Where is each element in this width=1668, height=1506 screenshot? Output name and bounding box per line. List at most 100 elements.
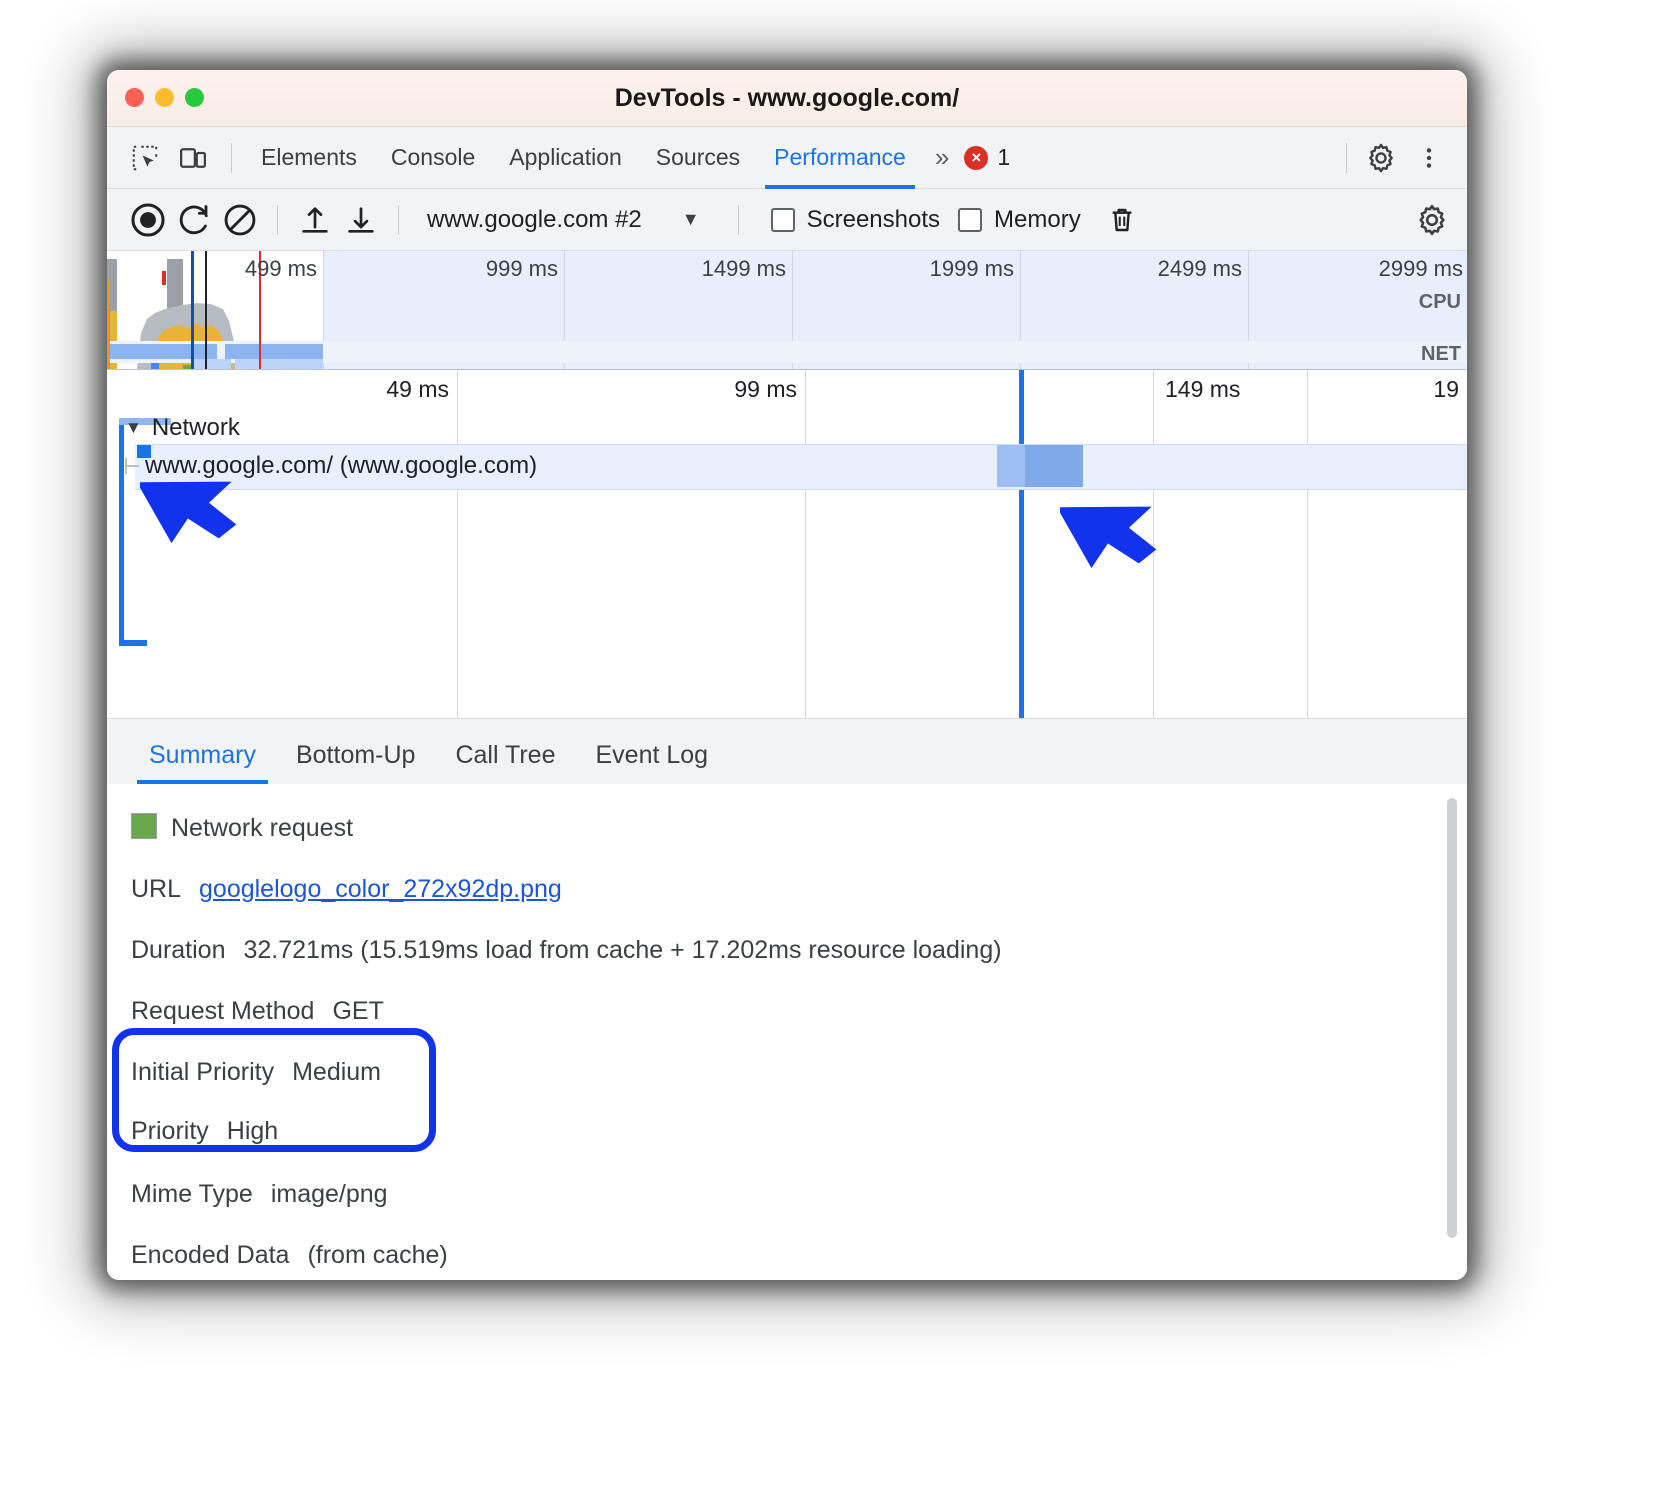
summary-key-initial-priority: Initial Priority xyxy=(131,1058,275,1086)
delete-icon[interactable] xyxy=(1099,197,1145,243)
flame-tick: 149 ms xyxy=(1165,376,1241,402)
timeline-playhead[interactable] xyxy=(1019,370,1024,718)
orange-marker xyxy=(107,279,110,369)
flame-gridline xyxy=(457,370,458,718)
tab-summary-label: Summary xyxy=(149,741,256,769)
overview-tick: 499 ms xyxy=(244,256,317,281)
flame-tick: 49 ms xyxy=(386,376,449,402)
flame-tick: 99 ms xyxy=(734,376,797,402)
main-request-bar-hatch xyxy=(1025,445,1083,487)
upload-profile-icon[interactable] xyxy=(292,197,338,243)
overview-tick: 2499 ms xyxy=(1157,256,1242,281)
main-request-label: www.google.com/ (www.google.com) xyxy=(145,452,538,479)
network-group-header[interactable]: ▼ Network xyxy=(125,414,240,442)
group-bracket-cap xyxy=(119,640,147,646)
memory-checkbox-group[interactable]: Memory xyxy=(958,206,1081,234)
flame-chart-pane[interactable]: 49 ms 99 ms 149 ms 19 ▼ Network www.goog… xyxy=(107,370,1467,718)
toolbar-divider-2 xyxy=(1346,142,1347,173)
tab-sources[interactable]: Sources xyxy=(639,127,757,189)
net-request-bar xyxy=(109,344,217,359)
error-badge[interactable]: × 1 xyxy=(958,144,1010,171)
flame-gridline xyxy=(805,370,806,718)
tab-call-tree[interactable]: Call Tree xyxy=(435,741,575,784)
flame-tick: 19 xyxy=(1433,376,1459,402)
overview-tick: 2999 ms xyxy=(1378,256,1463,281)
cpu-track-label: CPU xyxy=(1418,291,1461,313)
gear-icon[interactable] xyxy=(1359,136,1403,180)
overview-tick: 999 ms xyxy=(485,256,558,281)
devtools-window: DevTools - www.google.com/ Elements Cons… xyxy=(107,70,1467,1280)
summary-key-duration: Duration xyxy=(131,936,226,964)
network-group-label: Network xyxy=(151,414,240,441)
net-request-bar xyxy=(235,359,323,369)
summary-row-request-method: Request Method GET xyxy=(131,997,1437,1026)
toolbar-divider xyxy=(231,142,232,173)
detail-tabs: Summary Bottom-Up Call Tree Event Log xyxy=(107,718,1467,784)
performance-toolbar: www.google.com #2 ▼ Screenshots Memory xyxy=(107,189,1467,251)
flame-gridline xyxy=(1153,370,1154,718)
summary-row-duration: Duration 32.721ms (15.519ms load from ca… xyxy=(131,936,1437,965)
record-icon[interactable] xyxy=(125,197,171,243)
summary-value-mime-type: image/png xyxy=(270,1180,388,1208)
tab-application[interactable]: Application xyxy=(492,127,639,189)
inspect-element-icon[interactable] xyxy=(123,136,167,180)
summary-value-duration: 32.721ms (15.519ms load from cache + 17.… xyxy=(243,936,1002,964)
reload-record-icon[interactable] xyxy=(171,197,217,243)
screenshots-checkbox[interactable] xyxy=(770,207,795,232)
summary-row-priority: Priority High xyxy=(131,1117,1437,1146)
more-tabs-chevron-icon[interactable]: » xyxy=(923,142,958,173)
tab-sources-label: Sources xyxy=(655,144,741,170)
error-count: 1 xyxy=(997,144,1011,170)
summary-key-mime-type: Mime Type xyxy=(131,1180,253,1208)
device-toolbar-icon[interactable] xyxy=(171,136,215,180)
overview-tick: 1499 ms xyxy=(701,256,786,281)
summary-key-encoded-data: Encoded Data xyxy=(131,1241,290,1269)
tab-call-tree-label: Call Tree xyxy=(455,741,556,769)
perf-toolbar-divider-2 xyxy=(398,204,399,235)
timeline-overview[interactable]: 499 ms 999 ms 1499 ms 1999 ms 2499 ms 29… xyxy=(107,251,1467,370)
summary-row-initial-priority: Initial Priority Medium xyxy=(131,1058,1437,1087)
event-type-label: Network request xyxy=(171,814,354,842)
devtools-tabstrip: Elements Console Application Sources Per… xyxy=(107,127,1467,189)
summary-key-url: URL xyxy=(131,875,182,903)
perf-toolbar-divider-1 xyxy=(277,204,278,235)
event-type-row: Network request xyxy=(131,810,1437,843)
download-profile-icon[interactable] xyxy=(338,197,384,243)
group-bracket xyxy=(119,422,124,644)
memory-checkbox[interactable] xyxy=(958,207,983,232)
request-whisker xyxy=(125,465,137,467)
summary-panel: Network request URL googlelogo_color_272… xyxy=(107,784,1467,1280)
summary-value-url[interactable]: googlelogo_color_272x92dp.png xyxy=(199,875,562,904)
summary-key-request-method: Request Method xyxy=(131,997,315,1025)
event-marker xyxy=(205,251,207,369)
kebab-menu-icon[interactable] xyxy=(1407,136,1451,180)
window-title: DevTools - www.google.com/ xyxy=(614,83,960,112)
screenshot-root: DevTools - www.google.com/ Elements Cons… xyxy=(0,0,1668,1506)
tab-performance-label: Performance xyxy=(774,144,906,170)
tab-console[interactable]: Console xyxy=(374,127,492,189)
clear-icon[interactable] xyxy=(217,197,263,243)
overview-tick: 1999 ms xyxy=(929,256,1014,281)
tabstrip-right-tools xyxy=(1334,136,1467,180)
summary-value-request-method: GET xyxy=(332,997,384,1025)
screenshots-checkbox-group[interactable]: Screenshots xyxy=(770,206,940,234)
tab-event-log-label: Event Log xyxy=(595,741,709,769)
chevron-down-icon[interactable]: ▼ xyxy=(682,209,700,230)
summary-row-encoded-data: Encoded Data (from cache) xyxy=(131,1241,1437,1270)
summary-row-url: URL googlelogo_color_272x92dp.png xyxy=(131,875,1437,904)
window-titlebar: DevTools - www.google.com/ xyxy=(107,70,1467,127)
summary-value-encoded-data: (from cache) xyxy=(307,1241,448,1269)
net-request-bar xyxy=(191,359,231,369)
tab-bottom-up[interactable]: Bottom-Up xyxy=(276,741,435,784)
summary-value-initial-priority: Medium xyxy=(292,1058,382,1086)
capture-settings-gear-icon[interactable] xyxy=(1409,197,1455,243)
network-request-color-swatch xyxy=(131,813,157,839)
tab-performance[interactable]: Performance xyxy=(757,127,923,189)
tab-elements[interactable]: Elements xyxy=(244,127,374,189)
session-selector-label[interactable]: www.google.com #2 xyxy=(427,206,642,234)
chevron-down-icon[interactable]: ▼ xyxy=(125,418,142,438)
tab-summary[interactable]: Summary xyxy=(129,741,276,784)
summary-scrollbar[interactable] xyxy=(1447,798,1457,1238)
tab-event-log[interactable]: Event Log xyxy=(576,741,729,784)
flame-gridline xyxy=(1307,370,1308,718)
